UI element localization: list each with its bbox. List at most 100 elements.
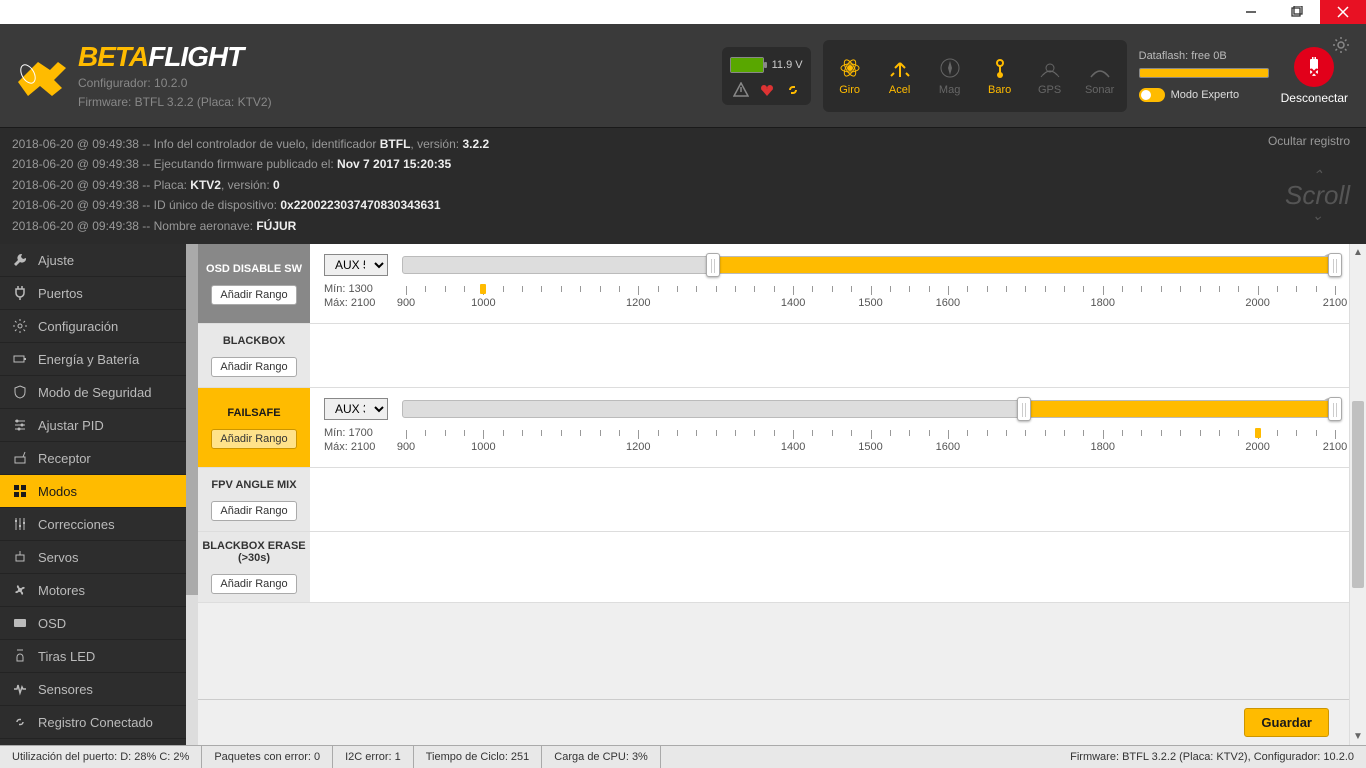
- save-bar: Guardar: [198, 699, 1349, 745]
- gear-icon: [12, 318, 28, 334]
- gps-icon: [1038, 56, 1062, 80]
- minimize-button[interactable]: [1228, 0, 1274, 24]
- link-icon: [12, 714, 28, 730]
- scroll-down-icon[interactable]: ▼: [1350, 728, 1366, 745]
- mode-body: [310, 468, 1349, 531]
- log-line: 2018-06-20 @ 09:49:38 -- Nombre aeronave…: [12, 216, 1354, 236]
- add-range-button[interactable]: Añadir Rango: [211, 285, 296, 305]
- sidebar-item-motores[interactable]: Motores: [0, 574, 186, 607]
- content-scrollbar[interactable]: ▲ ▼: [1349, 244, 1366, 745]
- mode-header: BLACKBOX ERASE (>30s) Añadir Rango: [198, 532, 310, 602]
- sidebar-item-ajustar-pid[interactable]: Ajustar PID: [0, 409, 186, 442]
- sidebar-item-configuraci-n[interactable]: Configuración: [0, 310, 186, 343]
- status-port: Utilización del puerto: D: 28% C: 2%: [0, 746, 202, 768]
- add-range-button[interactable]: Añadir Rango: [211, 574, 296, 594]
- sensor-acel[interactable]: Acel: [877, 44, 923, 108]
- scroll-up-icon[interactable]: ▲: [1350, 244, 1366, 261]
- shield-icon: [12, 384, 28, 400]
- slider-handle-min[interactable]: [1017, 397, 1031, 421]
- channel-marker: [480, 284, 486, 294]
- mode-body: [310, 532, 1349, 602]
- baro-icon: [988, 56, 1012, 80]
- logo: BETAFLIGHT Configurador: 10.2.0 Firmware…: [10, 41, 272, 111]
- add-range-button[interactable]: Añadir Rango: [211, 429, 296, 449]
- mode-row-blackbox-erase-30s-: BLACKBOX ERASE (>30s) Añadir Rango: [198, 532, 1349, 603]
- mag-icon: [938, 56, 962, 80]
- link-icon: [784, 81, 802, 99]
- expert-mode-toggle[interactable]: Modo Experto: [1139, 88, 1269, 102]
- status-i2c: I2C error: 1: [333, 746, 414, 768]
- sensor-baro[interactable]: Baro: [977, 44, 1023, 108]
- sidebar-item-receptor[interactable]: Receptor: [0, 442, 186, 475]
- firmware-version: Firmware: BTFL 3.2.2 (Placa: KTV2): [78, 94, 272, 111]
- warning-icon: [732, 81, 750, 99]
- sidebar-item-ajuste[interactable]: Ajuste: [0, 244, 186, 277]
- log-line: 2018-06-20 @ 09:49:38 -- Ejecutando firm…: [12, 154, 1354, 174]
- sidebar-scrollbar[interactable]: [186, 244, 198, 745]
- status-cycle: Tiempo de Ciclo: 251: [414, 746, 543, 768]
- mode-name: BLACKBOX: [223, 335, 285, 347]
- hide-log-button[interactable]: Ocultar registro: [1268, 134, 1350, 148]
- sidebar-item-energ-a-y-bater-a[interactable]: Energía y Batería: [0, 343, 186, 376]
- log-line: 2018-06-20 @ 09:49:38 -- Info del contro…: [12, 134, 1354, 154]
- sidebar-item-label: Sensores: [38, 682, 93, 697]
- slider-ticks: 90010001200140015001600180020002100: [406, 430, 1335, 460]
- sensor-label: Acel: [889, 84, 910, 96]
- sidebar-item-modos[interactable]: Modos: [0, 475, 186, 508]
- window-titlebar: [0, 0, 1366, 24]
- sensor-label: Giro: [839, 84, 860, 96]
- sidebar-item-correcciones[interactable]: Correcciones: [0, 508, 186, 541]
- battery-icon: [12, 351, 28, 367]
- add-range-button[interactable]: Añadir Rango: [211, 357, 296, 377]
- chevron-down-icon: ⌄: [1285, 208, 1350, 222]
- sensor-label: Mag: [939, 84, 960, 96]
- sidebar-item-sensores[interactable]: Sensores: [0, 673, 186, 706]
- close-button[interactable]: [1320, 0, 1366, 24]
- statusbar: Utilización del puerto: D: 28% C: 2% Paq…: [0, 745, 1366, 768]
- range-slider[interactable]: [402, 256, 1335, 274]
- log-panel: 2018-06-20 @ 09:49:38 -- Info del contro…: [0, 128, 1366, 244]
- dataflash-block: Dataflash: free 0B Modo Experto: [1139, 50, 1269, 102]
- sidebar-item-tiras-led[interactable]: Tiras LED: [0, 640, 186, 673]
- bee-icon: [10, 52, 72, 100]
- mode-row-fpv-angle-mix: FPV ANGLE MIXAñadir Rango: [198, 468, 1349, 532]
- slider-handle-max[interactable]: [1328, 397, 1342, 421]
- sensor-block: Giro Acel Mag BaroGPSSonar: [823, 40, 1127, 112]
- mode-name: FAILSAFE: [227, 407, 280, 419]
- app-header: BETAFLIGHT Configurador: 10.2.0 Firmware…: [0, 24, 1366, 128]
- motor-icon: [12, 582, 28, 598]
- aux-select[interactable]: AUX 1AUX 2AUX 3AUX 4AUX 5AUX 6: [324, 254, 388, 276]
- log-scroll-hint: ⌃ Scroll ⌄: [1285, 168, 1350, 222]
- sensor-sonar[interactable]: Sonar: [1077, 44, 1123, 108]
- slider-handle-min[interactable]: [706, 253, 720, 277]
- sidebar-item-modo-de-seguridad[interactable]: Modo de Seguridad: [0, 376, 186, 409]
- slider-handle-max[interactable]: [1328, 253, 1342, 277]
- range-minmax: Mín: 1300Máx: 2100: [324, 282, 386, 311]
- osd-icon: [12, 615, 28, 631]
- dataflash-bar[interactable]: [1139, 68, 1269, 78]
- settings-gear-icon[interactable]: [1332, 36, 1350, 57]
- radio-icon: [12, 450, 28, 466]
- led-icon: [12, 648, 28, 664]
- sensor-mag[interactable]: Mag: [927, 44, 973, 108]
- dataflash-label: Dataflash: free 0B: [1139, 50, 1269, 62]
- sidebar-item-registro-conectado[interactable]: Registro Conectado: [0, 706, 186, 739]
- save-button[interactable]: Guardar: [1244, 708, 1329, 737]
- logo-text: BETAFLIGHT: [78, 41, 272, 73]
- modes-icon: [12, 483, 28, 499]
- mode-body: ×AUX 1AUX 2AUX 3AUX 4AUX 5AUX 6Mín: 1700…: [310, 388, 1349, 467]
- aux-select[interactable]: AUX 1AUX 2AUX 3AUX 4AUX 5AUX 6: [324, 398, 388, 420]
- status-cpu: Carga de CPU: 3%: [542, 746, 661, 768]
- range-minmax: Mín: 1700Máx: 2100: [324, 426, 386, 455]
- range-slider[interactable]: [402, 400, 1335, 418]
- plug-icon: [12, 285, 28, 301]
- sidebar-item-puertos[interactable]: Puertos: [0, 277, 186, 310]
- sensor-giro[interactable]: Giro: [827, 44, 873, 108]
- sensor-gps[interactable]: GPS: [1027, 44, 1073, 108]
- add-range-button[interactable]: Añadir Rango: [211, 501, 296, 521]
- log-line: 2018-06-20 @ 09:49:38 -- Placa: KTV2, ve…: [12, 175, 1354, 195]
- sidebar-item-servos[interactable]: Servos: [0, 541, 186, 574]
- maximize-button[interactable]: [1274, 0, 1320, 24]
- sidebar-item-osd[interactable]: OSD: [0, 607, 186, 640]
- mode-name: BLACKBOX ERASE (>30s): [202, 540, 306, 564]
